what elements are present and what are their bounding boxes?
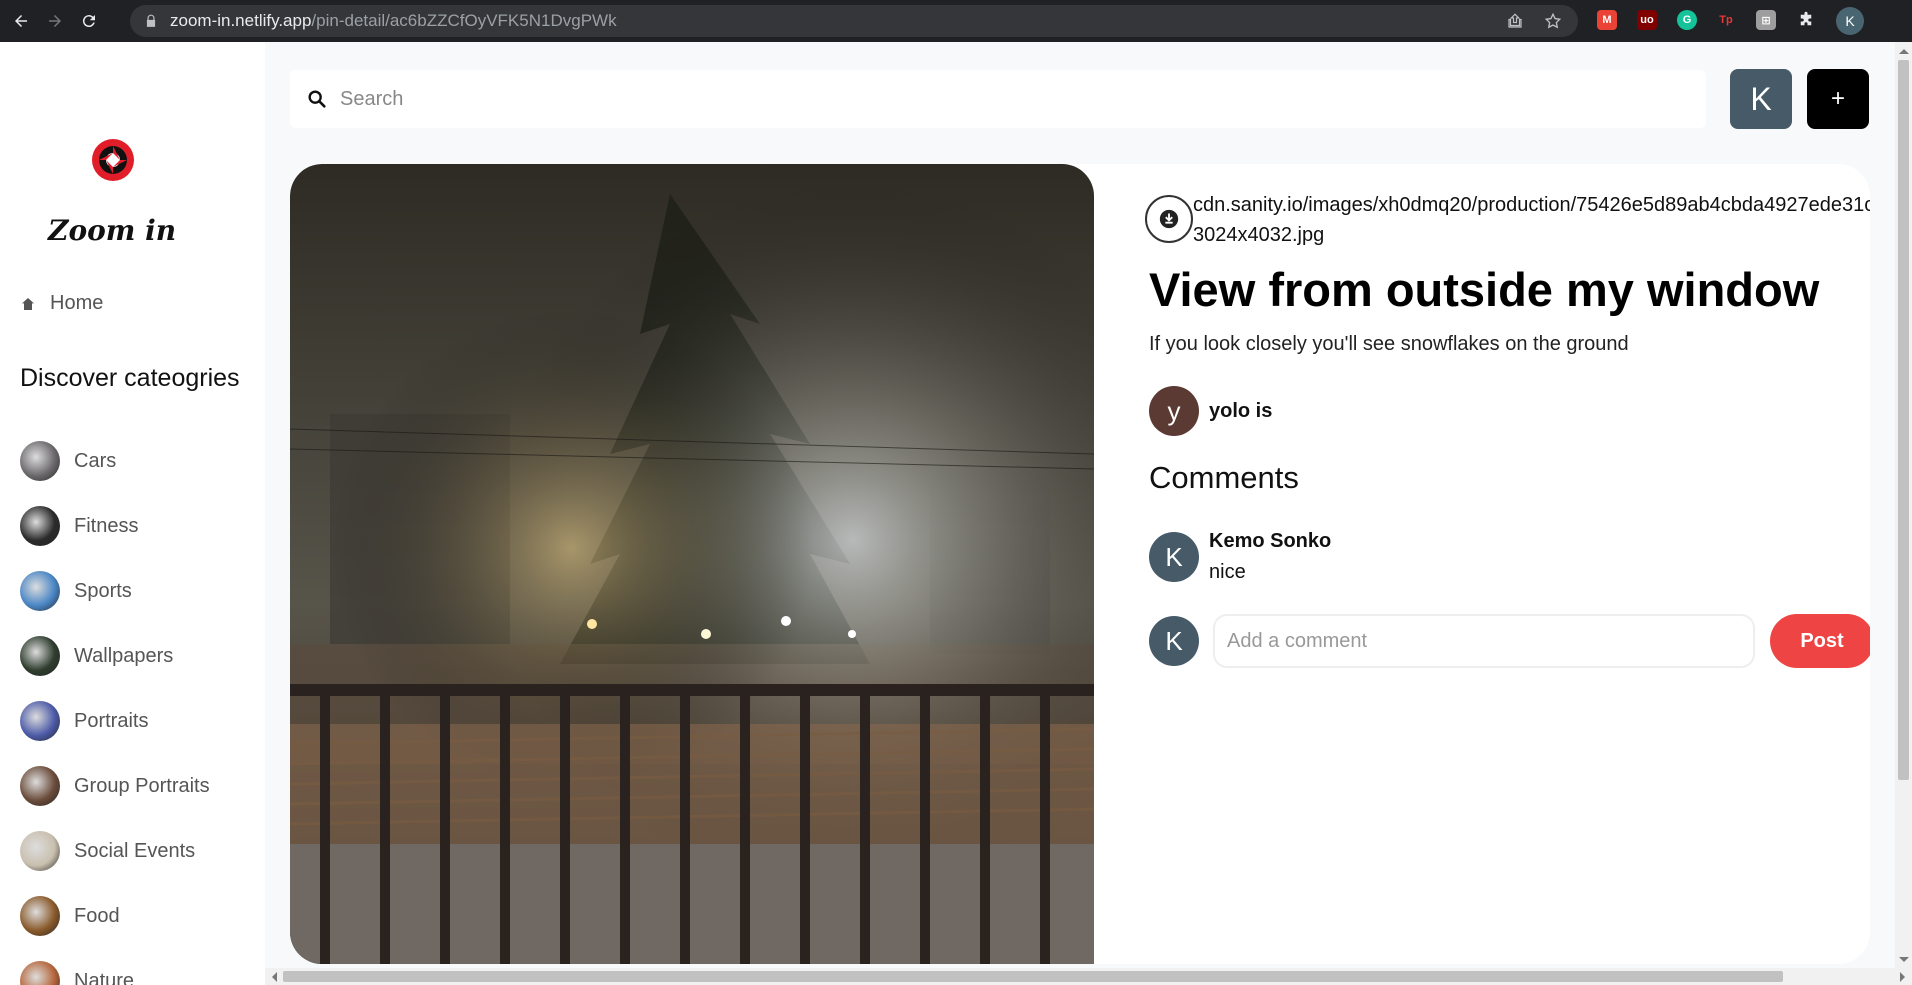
category-thumbnail xyxy=(20,506,60,546)
camera-aperture-icon xyxy=(92,139,134,181)
scrollbar-thumb[interactable] xyxy=(1898,60,1909,780)
sidebar-item-label: Nature xyxy=(74,969,135,985)
sidebar-item-label: Food xyxy=(74,904,120,927)
sidebar-item-social-events[interactable]: Social Events xyxy=(20,831,195,871)
sidebar-item-label: Group Portraits xyxy=(74,774,210,797)
category-thumbnail xyxy=(20,831,60,871)
sidebar-item-label: Sports xyxy=(74,579,132,602)
grammarly-extension-icon[interactable]: G xyxy=(1677,10,1697,30)
scroll-right-icon[interactable] xyxy=(1900,972,1910,982)
category-thumbnail xyxy=(20,896,60,936)
logo-text: Zoom in xyxy=(48,214,177,247)
browser-toolbar: zoom-in.netlify.app/pin-detail/ac6bZZCfO… xyxy=(0,0,1912,42)
pin-detail-card: cdn.sanity.io/images/xh0dmq20/production… xyxy=(290,164,1870,964)
search-input[interactable] xyxy=(340,87,1640,111)
pin-description: If you look closely you'll see snowflake… xyxy=(1149,333,1629,355)
comments-heading: Comments xyxy=(1149,460,1299,495)
discover-heading: Discover cateogries xyxy=(20,364,240,392)
sidebar-item-label: Fitness xyxy=(74,514,139,537)
download-button[interactable] xyxy=(1145,195,1193,243)
pin-image xyxy=(290,164,1094,964)
tp-extension-icon[interactable]: Tp xyxy=(1716,10,1736,30)
post-button[interactable]: Post xyxy=(1770,614,1870,668)
puzzle-icon[interactable] xyxy=(1796,10,1816,30)
poster-name: yolo is xyxy=(1209,399,1273,422)
back-icon[interactable] xyxy=(8,8,34,34)
comment-input[interactable] xyxy=(1213,614,1755,668)
category-thumbnail xyxy=(20,961,60,985)
sidebar-item-group-portraits[interactable]: Group Portraits xyxy=(20,766,210,806)
download-icon xyxy=(1159,209,1179,229)
url-text: zoom-in.netlify.app/pin-detail/ac6bZZCfO… xyxy=(170,11,617,30)
sidebar-item-label: Cars xyxy=(74,449,117,472)
sidebar-item-cars[interactable]: Cars xyxy=(20,441,116,481)
bookmark-star-icon[interactable] xyxy=(1544,12,1562,30)
comment-text: nice xyxy=(1209,561,1246,583)
lock-icon xyxy=(144,14,158,28)
sidebar: Zoom in Home Discover cateogries Cars Fit… xyxy=(0,42,265,985)
scroll-down-icon[interactable] xyxy=(1899,957,1909,967)
category-thumbnail xyxy=(20,766,60,806)
image-source-link[interactable]: cdn.sanity.io/images/xh0dmq20/production… xyxy=(1193,190,1870,250)
sidebar-item-wallpapers[interactable]: Wallpapers xyxy=(20,636,173,676)
search-bar xyxy=(290,70,1706,128)
gmail-extension-icon[interactable]: M xyxy=(1597,10,1617,30)
sidebar-item-sports[interactable]: Sports xyxy=(20,571,132,611)
user-avatar-button[interactable]: K xyxy=(1730,69,1792,129)
scroll-up-icon[interactable] xyxy=(1899,44,1909,54)
horizontal-scrollbar[interactable] xyxy=(265,968,1912,985)
avatar: K xyxy=(1149,532,1199,582)
category-thumbnail xyxy=(20,701,60,741)
generic-extension-icon[interactable]: ⊞ xyxy=(1756,10,1776,30)
ublock-extension-icon[interactable]: uo xyxy=(1637,10,1657,30)
sidebar-item-portraits[interactable]: Portraits xyxy=(20,701,148,741)
scroll-left-icon[interactable] xyxy=(267,972,277,982)
search-icon xyxy=(308,90,326,108)
comment-author: Kemo Sonko xyxy=(1209,530,1332,552)
reload-icon[interactable] xyxy=(76,8,102,34)
avatar: K xyxy=(1149,616,1199,666)
category-thumbnail xyxy=(20,636,60,676)
sidebar-item-label: Portraits xyxy=(74,709,149,732)
avatar: y xyxy=(1149,386,1199,436)
address-bar[interactable]: zoom-in.netlify.app/pin-detail/ac6bZZCfO… xyxy=(130,5,1578,37)
profile-avatar[interactable]: K xyxy=(1836,7,1864,35)
vertical-scrollbar[interactable] xyxy=(1895,42,1912,969)
comment-composer: K Post xyxy=(1149,614,1870,668)
scrollbar-thumb[interactable] xyxy=(283,971,1783,982)
comment-item: K Kemo Sonko nice xyxy=(1149,528,1331,584)
sidebar-item-food[interactable]: Food xyxy=(20,896,120,936)
sidebar-item-label: Home xyxy=(50,292,104,314)
sidebar-item-nature[interactable]: Nature xyxy=(20,961,134,985)
forward-icon[interactable] xyxy=(42,8,68,34)
sidebar-item-label: Social Events xyxy=(74,839,196,862)
sidebar-item-label: Wallpapers xyxy=(74,644,174,667)
pin-detail-panel: cdn.sanity.io/images/xh0dmq20/production… xyxy=(1119,164,1870,964)
pin-title: View from outside my window xyxy=(1149,263,1820,316)
share-icon[interactable] xyxy=(1506,12,1524,30)
category-thumbnail xyxy=(20,441,60,481)
home-icon xyxy=(22,297,34,310)
category-thumbnail xyxy=(20,571,60,611)
posted-by[interactable]: y yolo is xyxy=(1149,386,1272,436)
sidebar-item-fitness[interactable]: Fitness xyxy=(20,506,138,546)
sidebar-item-home[interactable]: Home xyxy=(20,292,103,315)
create-pin-button[interactable]: + xyxy=(1807,69,1869,129)
